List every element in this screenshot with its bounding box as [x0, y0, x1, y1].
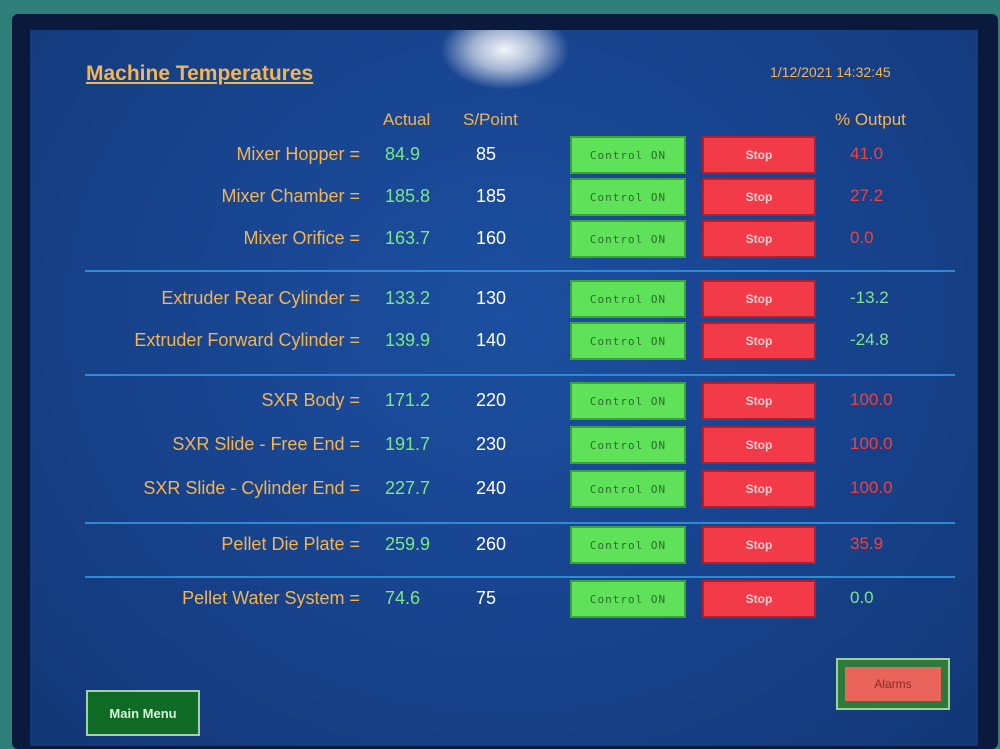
actual-temp: 163.7 [385, 228, 431, 248]
setpoint-temp[interactable]: 220 [476, 390, 506, 411]
section-divider [85, 522, 955, 524]
output-percent: 100.0 [850, 434, 893, 453]
setpoint-temp[interactable]: 240 [476, 478, 506, 499]
stop-button[interactable]: Stop [702, 426, 816, 464]
actual-temp: 171.2 [385, 390, 431, 410]
datetime-display: 1/12/2021 14:32:45 [770, 64, 891, 80]
zone-label: Mixer Hopper = [236, 144, 360, 164]
control-on-button[interactable]: Control ON [570, 136, 686, 174]
zone-row-extruder-forward-cylinder: Extruder Forward Cylinder = 139.9 140 Co… [30, 322, 978, 362]
zone-label: Pellet Die Plate = [221, 534, 360, 554]
stop-button[interactable]: Stop [702, 136, 816, 174]
actual-temp: 227.7 [385, 478, 431, 498]
section-divider [85, 576, 955, 578]
page-title: Machine Temperatures [86, 62, 314, 85]
zone-label: SXR Body = [261, 390, 360, 410]
setpoint-temp[interactable]: 260 [476, 534, 506, 555]
zone-row-extruder-rear-cylinder: Extruder Rear Cylinder = 133.2 130 Contr… [30, 280, 978, 320]
stop-button[interactable]: Stop [702, 580, 816, 618]
alarms-button[interactable]: Alarms [836, 658, 950, 710]
output-percent: 0.0 [850, 228, 874, 247]
control-on-button[interactable]: Control ON [570, 322, 686, 360]
actual-temp: 191.7 [385, 434, 431, 454]
actual-temp: 133.2 [385, 288, 431, 308]
zone-row-pellet-water-system: Pellet Water System = 74.6 75 Control ON… [30, 580, 978, 620]
zone-row-mixer-orifice: Mixer Orifice = 163.7 160 Control ON Sto… [30, 220, 978, 260]
output-percent: -13.2 [850, 288, 889, 307]
actual-temp: 84.9 [385, 144, 421, 164]
setpoint-temp[interactable]: 140 [476, 330, 506, 351]
zone-label: Pellet Water System = [182, 588, 360, 608]
zone-row-mixer-chamber: Mixer Chamber = 185.8 185 Control ON Sto… [30, 178, 978, 218]
control-on-button[interactable]: Control ON [570, 470, 686, 508]
zone-row-sxr-slide-cylinder-end: SXR Slide - Cylinder End = 227.7 240 Con… [30, 470, 978, 510]
control-on-button[interactable]: Control ON [570, 426, 686, 464]
zone-label: Mixer Orifice = [243, 228, 360, 248]
stop-button[interactable]: Stop [702, 220, 816, 258]
stop-button[interactable]: Stop [702, 322, 816, 360]
column-header-output: % Output [835, 110, 906, 129]
main-menu-button[interactable]: Main Menu [86, 690, 200, 736]
stop-button[interactable]: Stop [702, 178, 816, 216]
control-on-button[interactable]: Control ON [570, 580, 686, 618]
zone-label: Extruder Forward Cylinder = [134, 330, 360, 350]
zone-label: Mixer Chamber = [221, 186, 360, 206]
setpoint-temp[interactable]: 230 [476, 434, 506, 455]
output-percent: 0.0 [850, 588, 874, 607]
column-header-actual: Actual [383, 110, 431, 129]
setpoint-temp[interactable]: 130 [476, 288, 506, 309]
zone-row-sxr-body: SXR Body = 171.2 220 Control ON Stop 100… [30, 382, 978, 422]
stop-button[interactable]: Stop [702, 382, 816, 420]
control-on-button[interactable]: Control ON [570, 526, 686, 564]
alarms-label: Alarms [845, 667, 941, 701]
actual-temp: 139.9 [385, 330, 431, 350]
zone-row-mixer-hopper: Mixer Hopper = 84.9 85 Control ON Stop 4… [30, 136, 978, 176]
setpoint-temp[interactable]: 85 [476, 144, 496, 165]
column-header-setpoint: S/Point [463, 110, 518, 129]
actual-temp: 259.9 [385, 534, 431, 554]
output-percent: -24.8 [850, 330, 889, 349]
control-on-button[interactable]: Control ON [570, 178, 686, 216]
stop-button[interactable]: Stop [702, 526, 816, 564]
section-divider [85, 270, 955, 272]
zone-row-pellet-die-plate: Pellet Die Plate = 259.9 260 Control ON … [30, 526, 978, 566]
control-on-button[interactable]: Control ON [570, 382, 686, 420]
zone-label: SXR Slide - Cylinder End = [143, 478, 360, 498]
zone-label: Extruder Rear Cylinder = [161, 288, 360, 308]
setpoint-temp[interactable]: 75 [476, 588, 496, 609]
zone-label: SXR Slide - Free End = [172, 434, 360, 454]
output-percent: 41.0 [850, 144, 884, 163]
actual-temp: 74.6 [385, 588, 421, 608]
stop-button[interactable]: Stop [702, 470, 816, 508]
section-divider [85, 374, 955, 376]
control-on-button[interactable]: Control ON [570, 220, 686, 258]
setpoint-temp[interactable]: 185 [476, 186, 506, 207]
zone-row-sxr-slide-free-end: SXR Slide - Free End = 191.7 230 Control… [30, 426, 978, 466]
output-percent: 100.0 [850, 478, 893, 497]
stop-button[interactable]: Stop [702, 280, 816, 318]
output-percent: 27.2 [850, 186, 884, 205]
screen-glare [440, 30, 570, 90]
control-on-button[interactable]: Control ON [570, 280, 686, 318]
output-percent: 35.9 [850, 534, 884, 553]
actual-temp: 185.8 [385, 186, 431, 206]
setpoint-temp[interactable]: 160 [476, 228, 506, 249]
output-percent: 100.0 [850, 390, 893, 409]
hmi-screen: Machine Temperatures 1/12/2021 14:32:45 … [30, 30, 978, 746]
